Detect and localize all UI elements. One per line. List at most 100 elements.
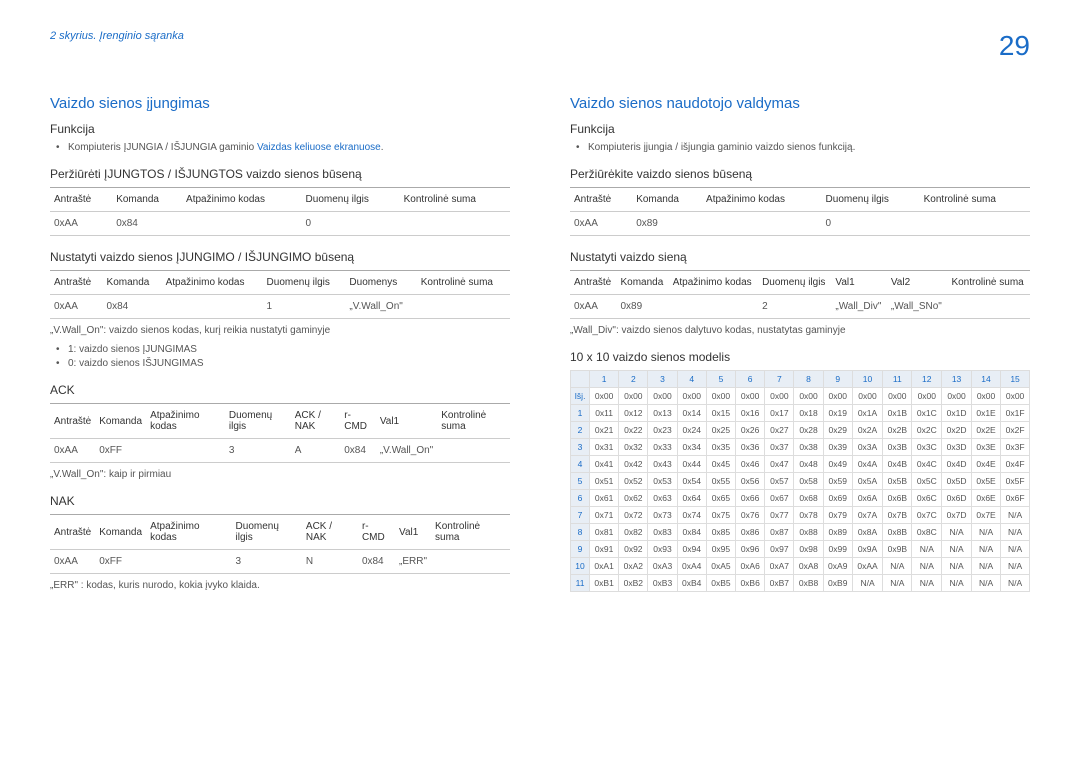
matrix-cell: N/A (852, 575, 882, 592)
matrix-cell: N/A (942, 541, 972, 558)
td: 2 (758, 295, 831, 319)
matrix-cell: 0x81 (590, 524, 619, 541)
matrix-cell: 0xA1 (590, 558, 619, 575)
matrix-cell: 0x3C (912, 439, 942, 456)
left-column: Vaizdo sienos įjungimas Funkcija Kompiut… (50, 30, 510, 599)
matrix-cell: 0xB3 (648, 575, 677, 592)
matrix-cell: 0x9A (852, 541, 882, 558)
td (702, 212, 822, 236)
right-set-h: Nustatyti vaizdo sieną (570, 250, 1030, 264)
matrix-cell: 0x7C (912, 507, 942, 524)
matrix-col-h: 13 (942, 371, 972, 388)
th: Val1 (376, 404, 437, 439)
matrix-cell: 0x3B (883, 439, 912, 456)
right-title: Vaizdo sienos naudotojo valdymas (570, 95, 1030, 112)
matrix-cell: 0x61 (590, 490, 619, 507)
td (437, 439, 510, 463)
matrix-cell: 0x2B (883, 422, 912, 439)
matrix-cell: 0xA5 (706, 558, 735, 575)
th: Kontrolinė suma (431, 515, 510, 550)
matrix-cell: 0x00 (852, 388, 882, 405)
td: „ERR" (395, 550, 431, 574)
matrix-col-h: 3 (648, 371, 677, 388)
matrix-cell: 0x6F (1001, 490, 1030, 507)
td: 0x89 (617, 295, 669, 319)
right-note-1: „Wall_Div": vaizdo sienos dalytuvo kodas… (570, 325, 1030, 336)
matrix-cell: 0x1B (883, 405, 912, 422)
matrix-cell: 0x64 (677, 490, 706, 507)
func-link[interactable]: Vaizdas keliuose ekranuose (257, 142, 381, 153)
left-ack-h: ACK (50, 383, 510, 397)
matrix-col-h (571, 371, 590, 388)
matrix-cell: N/A (1001, 558, 1030, 575)
th: Duomenys (345, 271, 416, 295)
th: Val1 (395, 515, 431, 550)
matrix-cell: 0xA2 (619, 558, 648, 575)
matrix-cell: 0x4E (971, 456, 1000, 473)
matrix-cell: 0x66 (736, 490, 765, 507)
matrix-cell: 0x89 (823, 524, 852, 541)
matrix-cell: 0x00 (590, 388, 619, 405)
matrix-cell: 0x7E (971, 507, 1000, 524)
left-bullets-2: 1: vaizdo sienos ĮJUNGIMAS 0: vaizdo sie… (50, 344, 510, 369)
func-prefix: Kompiuteris ĮJUNGIA / IŠJUNGIA gaminio (68, 142, 257, 153)
td: 0xAA (50, 550, 95, 574)
th: Duomenų ilgis (225, 404, 291, 439)
matrix-cell: 0x68 (794, 490, 823, 507)
matrix-cell: 0x48 (794, 456, 823, 473)
matrix-cell: 0x24 (677, 422, 706, 439)
matrix-cell: N/A (1001, 541, 1030, 558)
matrix-cell: 0x52 (619, 473, 648, 490)
matrix-col-h: 6 (736, 371, 765, 388)
th: Antraštė (570, 188, 632, 212)
matrix-cell: 0x42 (619, 456, 648, 473)
matrix-row-h: 10 (571, 558, 590, 575)
th: Komanda (95, 515, 146, 550)
left-note-3: „ERR" : kodas, kuris nurodo, kokia įvyko… (50, 580, 510, 591)
th: Komanda (617, 271, 669, 295)
matrix-cell: 0x43 (648, 456, 677, 473)
matrix-cell: 0x00 (706, 388, 735, 405)
matrix-cell: 0x5A (852, 473, 882, 490)
matrix-cell: 0x00 (794, 388, 823, 405)
matrix-cell: N/A (942, 558, 972, 575)
matrix-row-h: 2 (571, 422, 590, 439)
left-note-1: „V.Wall_On": vaizdo sienos kodas, kurį r… (50, 325, 510, 336)
matrix-col-h: 14 (971, 371, 1000, 388)
matrix-cell: 0x34 (677, 439, 706, 456)
matrix-cell: N/A (971, 575, 1000, 592)
td: 3 (232, 550, 302, 574)
th: Komanda (632, 188, 702, 212)
th: Duomenų ilgis (263, 271, 346, 295)
matrix-cell: 0xA8 (794, 558, 823, 575)
matrix-cell: 0x3D (942, 439, 972, 456)
matrix-cell: 0x19 (823, 405, 852, 422)
matrix-cell: 0x44 (677, 456, 706, 473)
matrix-cell: 0x5F (1001, 473, 1030, 490)
td (400, 212, 510, 236)
matrix-cell: 0x3F (1001, 439, 1030, 456)
matrix-cell: 0xB6 (736, 575, 765, 592)
matrix-cell: 0xB1 (590, 575, 619, 592)
page-body: Vaizdo sienos įjungimas Funkcija Kompiut… (0, 0, 1080, 629)
matrix-cell: 0x9B (883, 541, 912, 558)
matrix-cell: 0x77 (765, 507, 794, 524)
th: Antraštė (50, 404, 95, 439)
matrix-cell: 0x8B (883, 524, 912, 541)
page-number: 29 (999, 30, 1030, 62)
th: Atpažinimo kodas (146, 404, 225, 439)
th: Val2 (887, 271, 948, 295)
td: 0xAA (50, 439, 95, 463)
matrix-cell: 0x00 (823, 388, 852, 405)
matrix-col-h: 4 (677, 371, 706, 388)
matrix-cell: 0x75 (706, 507, 735, 524)
left-view-h: Peržiūrėti ĮJUNGTOS / IŠJUNGTOS vaizdo s… (50, 167, 510, 181)
matrix-cell: 0x27 (765, 422, 794, 439)
matrix-cell: 0x93 (648, 541, 677, 558)
matrix-cell: 0x65 (706, 490, 735, 507)
matrix-cell: N/A (883, 575, 912, 592)
matrix-cell: 0x00 (912, 388, 942, 405)
matrix-cell: 0x00 (1001, 388, 1030, 405)
matrix-cell: 0xA9 (823, 558, 852, 575)
left-table-1: Antraštė Komanda Atpažinimo kodas Duomen… (50, 187, 510, 236)
